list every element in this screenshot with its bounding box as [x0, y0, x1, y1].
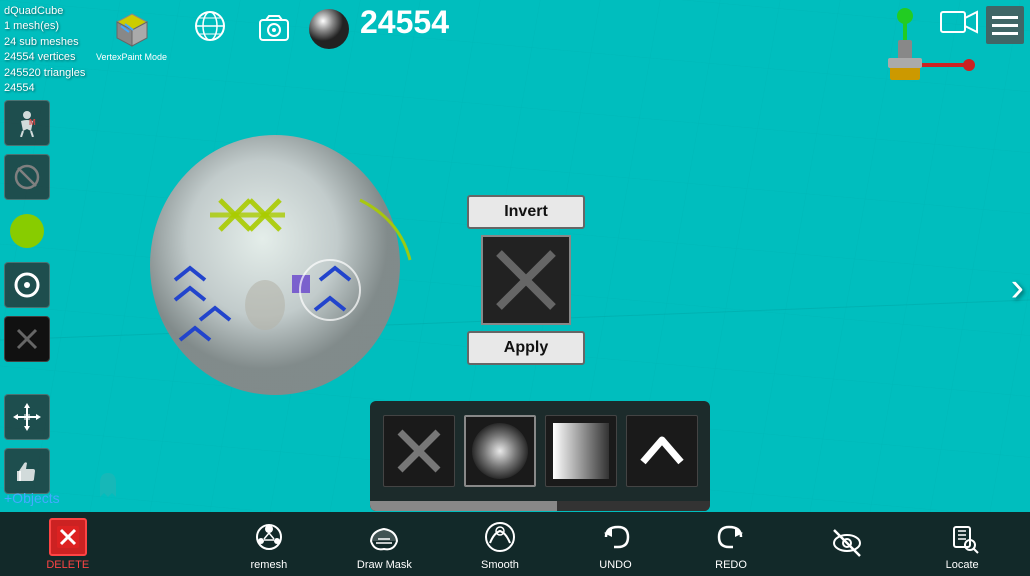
locate-button[interactable]: Locate	[932, 518, 992, 571]
redo-button[interactable]: REDO	[701, 518, 761, 571]
brush-panel	[370, 401, 710, 511]
undo-button[interactable]: UNDO	[586, 518, 646, 571]
invert-preview	[481, 235, 571, 325]
redo-icon	[712, 518, 750, 556]
sub-meshes: 24 sub meshes	[4, 35, 85, 50]
delete-label: DELETE	[46, 559, 89, 571]
camera-icon-area[interactable]	[256, 8, 292, 49]
undo-icon	[597, 518, 635, 556]
right-nav-arrow[interactable]: ›	[1011, 266, 1024, 311]
object-name: dQuadCube	[4, 4, 85, 19]
axis-gizmo	[830, 0, 980, 110]
visibility-button[interactable]	[817, 524, 877, 565]
remesh-icon	[250, 518, 288, 556]
brush-option-gradient[interactable]	[545, 415, 617, 487]
objects-label[interactable]: +Objects	[4, 490, 60, 506]
brush-options	[370, 401, 710, 501]
small-ghost-icon-area	[90, 467, 126, 508]
menu-line-1	[992, 16, 1018, 19]
draw-mask-button[interactable]: Draw Mask	[354, 518, 414, 571]
object-id: 24554	[4, 81, 85, 96]
draw-mask-icon	[365, 518, 403, 556]
camera-icon	[256, 8, 292, 44]
delete-button[interactable]: DELETE	[38, 518, 98, 571]
remesh-label: remesh	[251, 559, 288, 571]
undo-label: UNDO	[599, 559, 631, 571]
brush-option-noise[interactable]	[464, 415, 536, 487]
brush-option-chevron[interactable]	[626, 415, 698, 487]
object-info: dQuadCube 1 mesh(es) 24 sub meshes 24554…	[4, 4, 85, 96]
vertices-count: 24554 vertices	[4, 50, 85, 65]
globe-icon-area[interactable]	[192, 8, 228, 49]
frame-counter: 24554	[360, 4, 449, 41]
smooth-button[interactable]: Smooth	[470, 518, 530, 571]
locate-icon	[943, 518, 981, 556]
brush-progress-fill	[370, 501, 557, 511]
svg-text:M: M	[29, 118, 36, 127]
no-entry-tool-btn[interactable]	[4, 154, 50, 200]
move-tool-btn[interactable]	[4, 394, 50, 440]
hamburger-menu[interactable]	[986, 6, 1024, 44]
mesh-count: 1 mesh(es)	[4, 19, 85, 34]
x-tool-btn[interactable]	[4, 316, 50, 362]
globe-icon	[192, 8, 228, 44]
invert-apply-popup: Invert Apply	[466, 195, 586, 365]
smooth-icon	[481, 518, 519, 556]
draw-mask-label: Draw Mask	[357, 559, 412, 571]
left-toolbar: M	[4, 100, 50, 494]
invert-button[interactable]: Invert	[467, 195, 585, 229]
gradient-brush-preview	[553, 423, 609, 479]
color-tool-btn[interactable]	[4, 208, 50, 254]
vertex-paint-icon-area[interactable]: VertexPaint Mode	[96, 6, 167, 62]
smooth-label: Smooth	[481, 559, 519, 571]
visibility-icon	[828, 524, 866, 562]
ring-tool-btn[interactable]	[4, 262, 50, 308]
vertex-paint-label: VertexPaint Mode	[96, 52, 167, 62]
triangles-count: 245520 triangles	[4, 66, 85, 81]
vertex-paint-cube-icon	[109, 6, 155, 52]
bottom-toolbar: DELETE remesh Draw	[0, 512, 1030, 576]
sphere-preview	[306, 6, 352, 57]
delete-icon	[49, 518, 87, 556]
redo-label: REDO	[715, 559, 747, 571]
brush-option-x[interactable]	[383, 415, 455, 487]
remesh-button[interactable]: remesh	[239, 518, 299, 571]
like-tool-btn[interactable]	[4, 448, 50, 494]
locate-label: Locate	[946, 559, 979, 571]
menu-line-2	[992, 24, 1018, 27]
3d-object[interactable]	[120, 120, 440, 410]
apply-button[interactable]: Apply	[467, 331, 585, 365]
menu-line-3	[992, 32, 1018, 35]
figure-tool-btn[interactable]: M	[4, 100, 50, 146]
noise-brush-preview	[472, 423, 528, 479]
brush-progress-bar[interactable]	[370, 501, 710, 511]
